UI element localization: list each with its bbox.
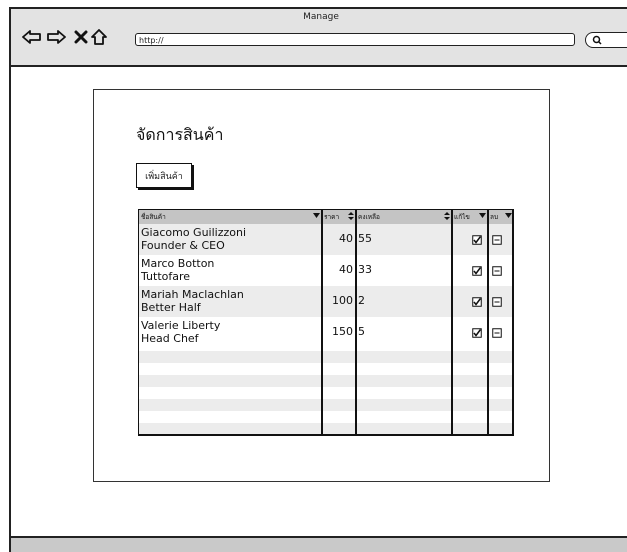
stock-cell: 2 (358, 294, 365, 307)
product-name-cell: Mariah Maclachlan Better Half (141, 288, 244, 314)
x-icon (74, 30, 88, 44)
column-header-delete[interactable]: ลบ (488, 210, 512, 224)
delete-cell[interactable] (488, 255, 512, 286)
checkbox-icon (472, 296, 482, 307)
column-header-name[interactable]: ชื่อสินค้า (139, 210, 322, 224)
edit-cell[interactable] (452, 286, 488, 317)
column-divider (355, 210, 357, 434)
sort-icon (348, 212, 354, 220)
price-cell: 100 (332, 294, 353, 307)
right-arrow-icon (47, 30, 66, 44)
checkbox-icon (472, 234, 482, 245)
column-divider (321, 210, 323, 434)
minus-box-icon (492, 327, 502, 338)
delete-cell[interactable] (488, 286, 512, 317)
price-cell: 40 (339, 263, 353, 276)
add-product-button[interactable]: เพิ่มสินค้า (136, 163, 192, 188)
column-header-edit[interactable]: แก้ไข (452, 210, 488, 224)
minus-box-icon (492, 265, 502, 276)
checkbox-icon (472, 265, 482, 276)
page-title: จัดการสินค้า (136, 125, 224, 144)
price-cell: 150 (332, 325, 353, 338)
search-field[interactable] (585, 32, 627, 48)
column-header-price[interactable]: ราคา (322, 210, 356, 224)
status-bar (11, 536, 627, 552)
table-row[interactable]: Mariah Maclachlan Better Half 100 2 (139, 286, 512, 317)
url-input[interactable]: http:// (135, 33, 575, 46)
delete-cell[interactable] (488, 317, 512, 348)
empty-row (139, 351, 512, 363)
product-name-cell: Marco Botton Tuttofare (141, 257, 215, 283)
edit-cell[interactable] (452, 317, 488, 348)
dropdown-icon (505, 213, 512, 218)
dropdown-icon (479, 213, 486, 218)
stop-button[interactable] (71, 27, 91, 47)
window-title: Manage (303, 12, 339, 22)
column-header-stock[interactable]: คงเหลือ (356, 210, 452, 224)
stock-cell: 5 (358, 325, 365, 338)
browser-toolbar: Manage http:// (11, 9, 627, 67)
table-row[interactable]: Marco Botton Tuttofare 40 33 (139, 255, 512, 286)
empty-row (139, 375, 512, 387)
empty-row (139, 399, 512, 411)
dropdown-icon (313, 213, 320, 218)
product-name-cell: Valerie Liberty Head Chef (141, 319, 221, 345)
left-arrow-icon (22, 30, 41, 44)
table-row[interactable]: Giacomo Guilizzoni Founder & CEO 40 55 (139, 224, 512, 255)
delete-cell[interactable] (488, 224, 512, 255)
empty-row (139, 423, 512, 434)
price-cell: 40 (339, 232, 353, 245)
minus-box-icon (492, 234, 502, 245)
column-divider (451, 210, 453, 434)
back-button[interactable] (22, 27, 42, 47)
sort-icon (444, 212, 450, 220)
minus-box-icon (492, 296, 502, 307)
home-icon (91, 29, 107, 45)
content-panel: จัดการสินค้า เพิ่มสินค้า ชื่อสินค้า ราคา… (93, 89, 550, 482)
stock-cell: 33 (358, 263, 372, 276)
product-name-cell: Giacomo Guilizzoni Founder & CEO (141, 226, 247, 252)
table-row[interactable]: Valerie Liberty Head Chef 150 5 (139, 317, 512, 348)
column-divider (487, 210, 489, 434)
product-table: ชื่อสินค้า ราคา คงเหลือ แก้ไข ลบ Giacomo… (138, 209, 514, 436)
edit-cell[interactable] (452, 255, 488, 286)
stock-cell: 55 (358, 232, 372, 245)
edit-cell[interactable] (452, 224, 488, 255)
search-icon (592, 35, 602, 45)
forward-button[interactable] (46, 27, 66, 47)
home-button[interactable] (89, 27, 109, 47)
checkbox-icon (472, 327, 482, 338)
